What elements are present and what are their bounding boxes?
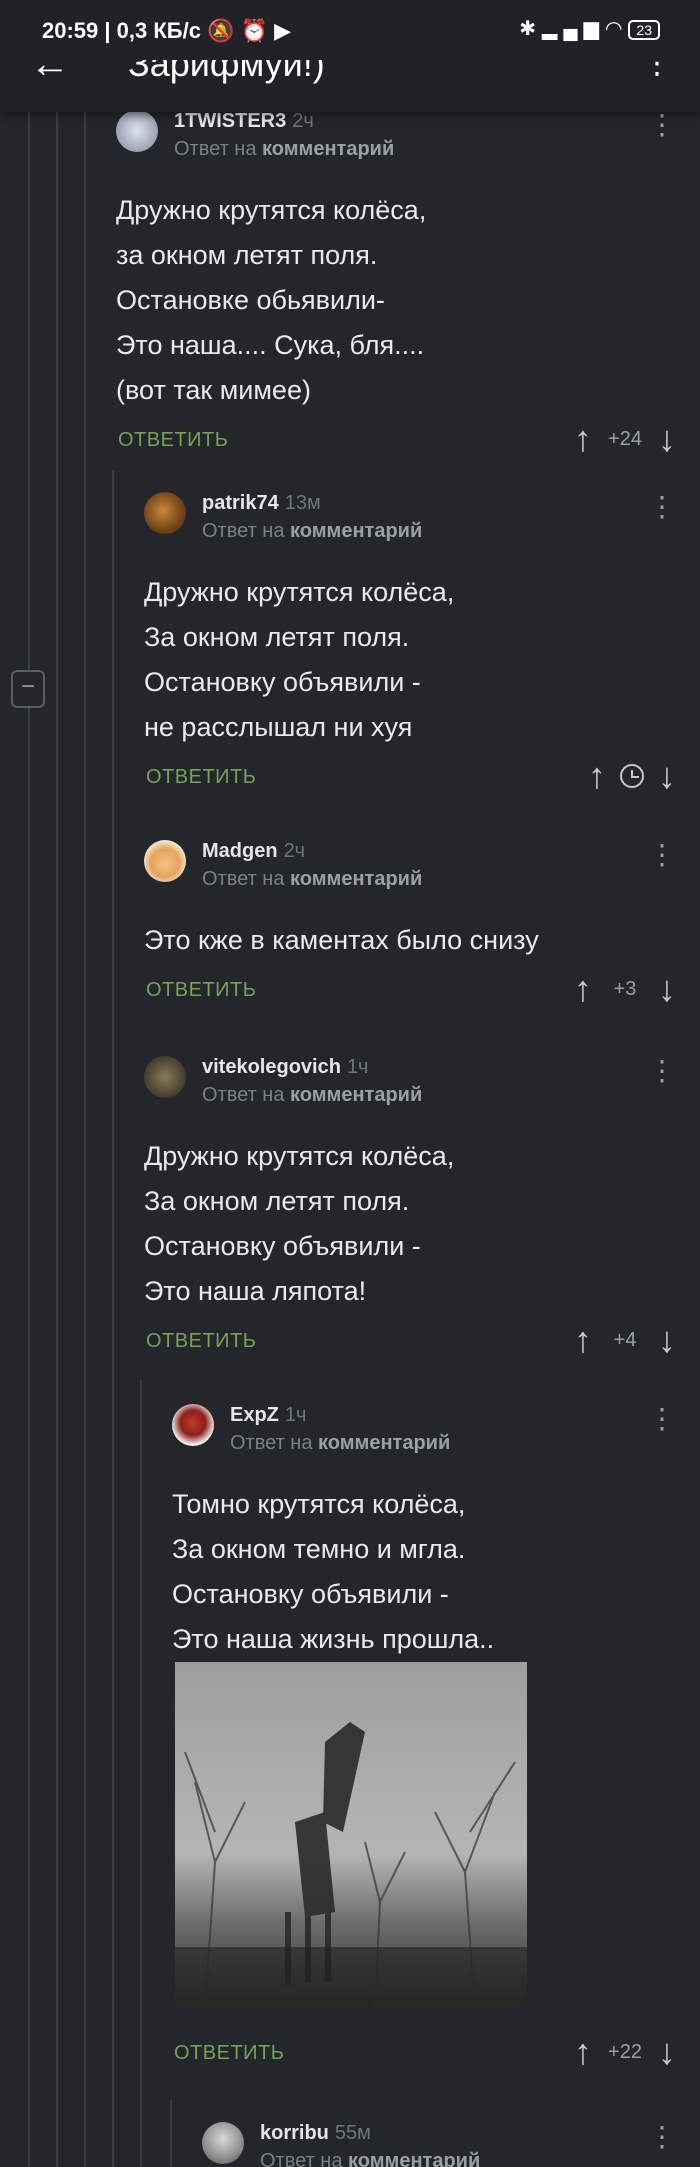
downvote-icon[interactable]: ↓ <box>658 1320 676 1360</box>
comment-actions: ОТВЕТИТЬ ↑ +22 ↓ <box>172 2030 676 2080</box>
comment-author[interactable]: korribu 55м <box>260 2122 371 2145</box>
comment-author[interactable]: patrik74 13м <box>202 492 321 515</box>
vote-controls: ↑ +4 ↓ <box>574 1320 676 1360</box>
thread-line <box>140 1380 142 2167</box>
comment-score: +24 <box>608 427 642 450</box>
reply-to-label: Ответ на комментарий <box>202 868 423 890</box>
reply-to-label: Ответ на комментарий <box>202 520 423 542</box>
vote-controls: ↑ +24 ↓ <box>574 419 676 459</box>
signal-icon: ▂▄▆ <box>542 18 605 40</box>
thread-line <box>56 110 58 2167</box>
collapse-thread-button[interactable]: − <box>11 670 45 708</box>
comment: 1TWISTER3 2ч Ответ на комментарий ⋮ Дружн… <box>116 110 676 467</box>
thread-line <box>28 110 30 2167</box>
more-vert-icon[interactable]: ⋮ <box>648 492 676 522</box>
upvote-icon[interactable]: ↑ <box>574 2032 592 2072</box>
comment-score: +4 <box>613 1328 637 1351</box>
reply-to-label: Ответ на комментарий <box>230 1432 451 1454</box>
status-time: 20:59 | 0,3 КБ/с 🔕 ⏰ ▶ <box>42 18 292 43</box>
battery-icon: 23 <box>628 19 660 40</box>
reply-button[interactable]: ОТВЕТИТЬ <box>174 2042 284 2065</box>
vote-controls: ↑ +3 ↓ <box>574 969 676 1009</box>
thread-line <box>112 470 114 2167</box>
comment-author[interactable]: 1TWISTER3 2ч <box>174 110 314 133</box>
comment: korribu 55м Ответ на комментарий ⋮ <box>202 2122 676 2167</box>
clock-icon <box>620 764 644 788</box>
thread-line <box>170 2100 172 2167</box>
comment: patrik74 13м Ответ на комментарий ⋮ Дружн… <box>144 492 676 804</box>
upvote-icon[interactable]: ↑ <box>574 1320 592 1360</box>
wifi-icon: ◠ <box>604 18 629 40</box>
more-vert-icon[interactable]: ⋮ <box>648 840 676 870</box>
downvote-icon[interactable]: ↓ <box>658 969 676 1009</box>
more-vert-icon[interactable]: ⋮ <box>648 2122 676 2152</box>
thread-line <box>84 110 86 2167</box>
comment-author[interactable]: vitekolegovich 1ч <box>202 1056 368 1079</box>
comment-image[interactable] <box>175 1662 527 2010</box>
avatar[interactable] <box>144 840 186 882</box>
comment-score: +22 <box>608 2040 642 2063</box>
comment: Madgen 2ч Ответ на комментарий ⋮ Это кже … <box>144 840 676 1017</box>
more-vert-icon[interactable]: ⋮ <box>648 1056 676 1086</box>
comment-text: Томно крутятся колёса, За окном темно и … <box>172 1489 495 1654</box>
upvote-icon[interactable]: ↑ <box>588 756 606 796</box>
status-bar: 20:59 | 0,3 КБ/с 🔕 ⏰ ▶ ✱▂▄▆◠ 23 <box>0 0 700 60</box>
comment: ExpZ 1ч Ответ на комментарий ⋮ Томно крут… <box>172 1404 676 1662</box>
upvote-icon[interactable]: ↑ <box>574 419 592 459</box>
downvote-icon[interactable]: ↓ <box>658 756 676 796</box>
comment-author[interactable]: ExpZ 1ч <box>230 1404 306 1427</box>
status-icons: ✱▂▄▆◠ 23 <box>519 16 660 41</box>
bluetooth-icon: ✱ <box>519 18 543 40</box>
avatar[interactable] <box>116 110 158 152</box>
upvote-icon[interactable]: ↑ <box>574 969 592 1009</box>
reply-button[interactable]: ОТВЕТИТЬ <box>146 979 256 1002</box>
vote-controls: ↑ ↓ <box>588 756 676 796</box>
reply-to-label: Ответ на комментарий <box>202 1084 423 1106</box>
avatar[interactable] <box>144 1056 186 1098</box>
reply-to-label: Ответ на комментарий <box>260 2150 481 2167</box>
comment-author[interactable]: Madgen 2ч <box>202 840 305 863</box>
downvote-icon[interactable]: ↓ <box>658 419 676 459</box>
comment-text: Это кже в каментах было снизу <box>144 925 539 955</box>
comment-text: Дружно крутятся колёса, За окном летят п… <box>144 577 455 742</box>
reply-button[interactable]: ОТВЕТИТЬ <box>146 766 256 789</box>
reply-button[interactable]: ОТВЕТИТЬ <box>146 1330 256 1353</box>
comment-text: Дружно крутятся колёса, за окном летят п… <box>116 195 427 405</box>
more-vert-icon[interactable]: ⋮ <box>648 110 676 140</box>
comment-score: +3 <box>613 977 637 1000</box>
avatar[interactable] <box>202 2122 244 2164</box>
comment-text: Дружно крутятся колёса, За окном летят п… <box>144 1141 455 1306</box>
comment: vitekolegovich 1ч Ответ на комментарий ⋮ … <box>144 1056 676 1368</box>
avatar[interactable] <box>172 1404 214 1446</box>
avatar[interactable] <box>144 492 186 534</box>
downvote-icon[interactable]: ↓ <box>658 2032 676 2072</box>
vote-controls: ↑ +22 ↓ <box>574 2032 676 2072</box>
more-vert-icon[interactable]: ⋮ <box>648 1404 676 1434</box>
reply-button[interactable]: ОТВЕТИТЬ <box>118 429 228 452</box>
reply-to-label: Ответ на комментарий <box>174 138 395 160</box>
